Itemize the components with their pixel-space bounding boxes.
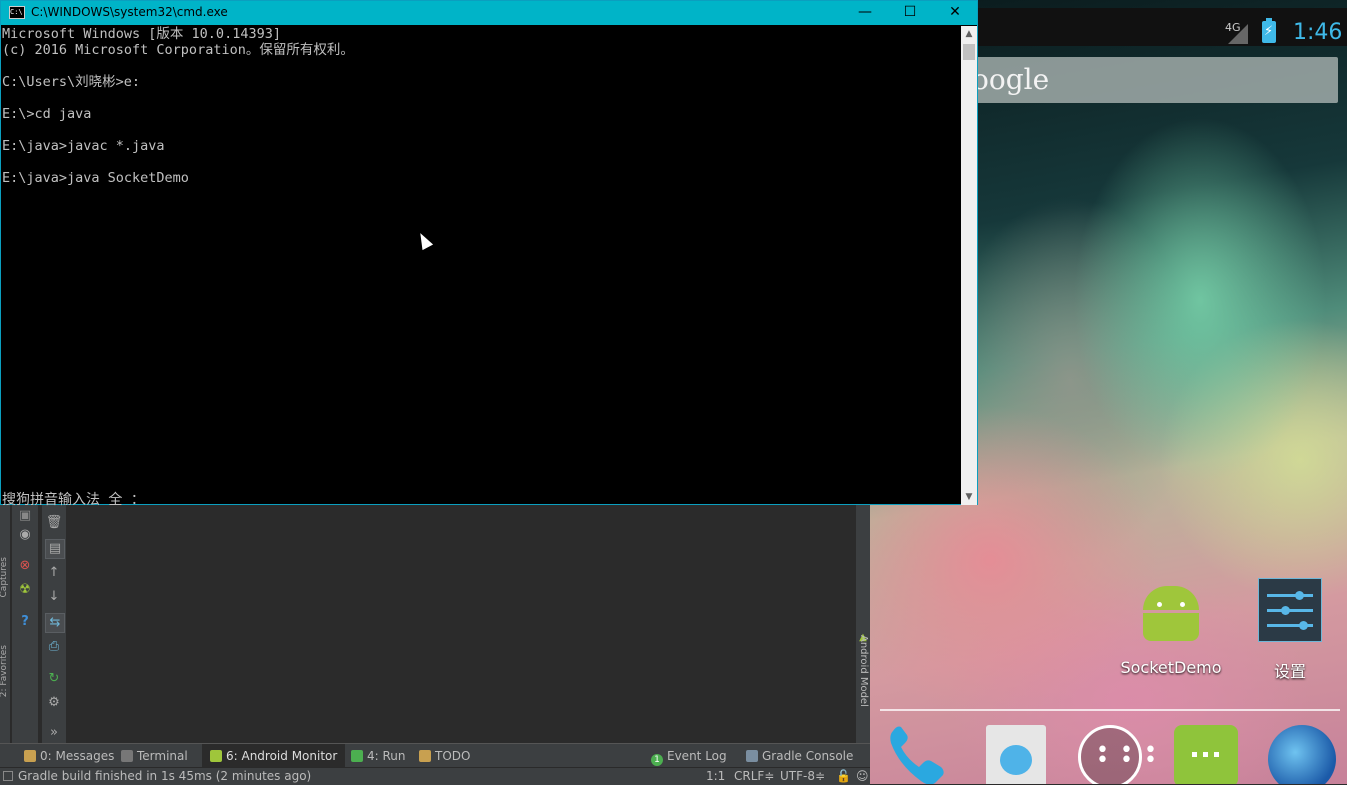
settings-icon	[1258, 578, 1322, 642]
console-line: E:\>cd java	[2, 106, 92, 122]
console-line: Microsoft Windows [版本 10.0.14393]	[2, 26, 281, 42]
lock-icon[interactable]: 🔓	[836, 769, 851, 783]
scroll-thumb[interactable]	[963, 44, 975, 60]
console-line: C:\Users\刘晓彬>e:	[2, 74, 141, 90]
maximize-button[interactable]: ☐	[887, 1, 933, 25]
tab-run-label: 4: Run	[367, 749, 406, 763]
tool-windows-icon[interactable]	[3, 771, 13, 781]
soft-wrap-icon[interactable]: ⇆	[45, 613, 65, 633]
contacts-icon[interactable]	[986, 725, 1046, 784]
tab-android-monitor[interactable]: 6: Android Monitor	[202, 744, 346, 768]
all-apps-icon[interactable]: • • • • • •	[1078, 725, 1157, 784]
cmd-app-icon[interactable]: C:\	[9, 6, 25, 19]
cmd-window: C:\ C:\WINDOWS\system32\cmd.exe — ☐ ✕ Mi…	[0, 0, 978, 508]
android-monitor-icon	[210, 750, 222, 762]
print-icon[interactable]: ⎙	[45, 638, 63, 656]
restart-icon[interactable]: ↻	[45, 670, 63, 688]
tool-window-tabs: 0: Messages Terminal 6: Android Monitor …	[0, 743, 870, 768]
clear-log-icon[interactable]: 🗑	[45, 514, 63, 532]
scroll-down-icon[interactable]: ▼	[961, 489, 977, 505]
inspector-icon[interactable]: ☺	[856, 769, 869, 783]
cmd-window-title: C:\WINDOWS\system32\cmd.exe	[31, 5, 228, 19]
line-separator[interactable]: CRLF≑	[734, 769, 774, 783]
tab-terminal[interactable]: Terminal	[115, 744, 194, 768]
tab-messages-label: 0: Messages	[40, 749, 115, 763]
console-line: E:\java>java SocketDemo	[2, 170, 189, 186]
battery-charging-icon: ⚡	[1262, 18, 1276, 43]
android-studio-window: Captures 2: Favorites ▣ ◉ ⊗ ☢ ? 🗑 ▤ ↑ ↓ …	[0, 505, 870, 785]
terminal-icon	[121, 750, 133, 762]
android-app-icon	[1141, 578, 1201, 642]
tab-android-monitor-label: 6: Android Monitor	[226, 749, 338, 763]
android-model-tab[interactable]: Android Model	[858, 635, 869, 707]
caret-position[interactable]: 1:1	[706, 769, 725, 783]
gradle-console-icon	[746, 750, 758, 762]
tab-run[interactable]: 4: Run	[345, 744, 412, 768]
right-tool-strip: ▲ Android Model	[856, 505, 870, 743]
signal-icon	[1228, 24, 1248, 44]
left-tool-strip: Captures 2: Favorites	[0, 505, 11, 743]
favorites-tab[interactable]: 2: Favorites	[0, 645, 9, 697]
tab-terminal-label: Terminal	[137, 749, 188, 763]
dock-divider	[880, 709, 1340, 711]
cmd-console-output[interactable]: Microsoft Windows [版本 10.0.14393] (c) 20…	[2, 26, 960, 504]
console-line: E:\java>javac *.java	[2, 138, 165, 154]
all-apps-dots: • • • • • •	[1096, 738, 1159, 773]
logcat-toolbar: 🗑 ▤ ↑ ↓ ⇆ ⎙ ↻ ⚙ »	[42, 505, 66, 743]
tab-gradle-console[interactable]: Gradle Console	[740, 744, 859, 768]
stop-icon[interactable]: ⊗	[16, 557, 34, 575]
captures-tab[interactable]: Captures	[0, 557, 9, 597]
app-label-settings: 设置	[1273, 662, 1306, 681]
messaging-icon[interactable]	[1174, 725, 1238, 784]
cmd-title-bar[interactable]: C:\ C:\WINDOWS\system32\cmd.exe — ☐ ✕	[1, 1, 977, 25]
battery-bolt: ⚡	[1264, 24, 1274, 39]
app-socketdemo[interactable]: SocketDemo	[1118, 578, 1224, 677]
tab-event-log-label: Event Log	[667, 749, 727, 763]
close-button[interactable]: ✕	[932, 1, 978, 25]
tab-event-log[interactable]: 1 Event Log	[645, 744, 733, 768]
tab-todo-label: TODO	[435, 749, 471, 763]
monitor-toolbar: ▣ ◉ ⊗ ☢ ?	[12, 505, 38, 743]
tab-todo[interactable]: TODO	[413, 744, 476, 768]
messages-icon	[24, 750, 36, 762]
logcat-output-panel[interactable]	[68, 505, 856, 743]
app-settings[interactable]: 设置	[1250, 578, 1330, 682]
ime-status-line: 搜狗拼音输入法 全 ：	[2, 492, 145, 508]
google-logo: oogle	[972, 63, 1050, 96]
down-arrow-icon[interactable]: ↓	[45, 588, 63, 606]
phone-icon[interactable]	[885, 725, 951, 784]
browser-icon[interactable]	[1268, 725, 1336, 784]
scroll-to-end-icon[interactable]: ▤	[45, 539, 65, 559]
minimize-button[interactable]: —	[842, 1, 888, 25]
status-clock: 1:46	[1293, 20, 1343, 45]
app-label-socketdemo: SocketDemo	[1120, 658, 1222, 677]
file-encoding[interactable]: UTF-8≑	[780, 769, 825, 783]
scroll-up-icon[interactable]: ▲	[961, 26, 977, 42]
todo-icon	[419, 750, 431, 762]
tab-messages[interactable]: 0: Messages	[18, 744, 120, 768]
status-message[interactable]: Gradle build finished in 1s 45ms (2 minu…	[18, 769, 311, 783]
more-chevron-icon[interactable]: »	[45, 724, 63, 742]
run-icon	[351, 750, 363, 762]
status-bar: Gradle build finished in 1s 45ms (2 minu…	[0, 767, 870, 785]
tab-gradle-console-label: Gradle Console	[762, 749, 854, 763]
settings-gear-icon[interactable]: ⚙	[45, 694, 63, 712]
cmd-scrollbar[interactable]: ▲ ▼	[961, 26, 977, 505]
gc-icon[interactable]: ☢	[16, 581, 34, 599]
screen-record-icon[interactable]: ◉	[16, 526, 34, 544]
google-search-bar[interactable]: oogle	[970, 57, 1338, 103]
console-line: (c) 2016 Microsoft Corporation。保留所有权利。	[2, 42, 354, 58]
help-icon[interactable]: ?	[16, 613, 34, 631]
event-log-icon: 1	[651, 754, 663, 766]
up-arrow-icon[interactable]: ↑	[45, 564, 63, 582]
screen-capture-icon[interactable]: ▣	[16, 507, 34, 525]
